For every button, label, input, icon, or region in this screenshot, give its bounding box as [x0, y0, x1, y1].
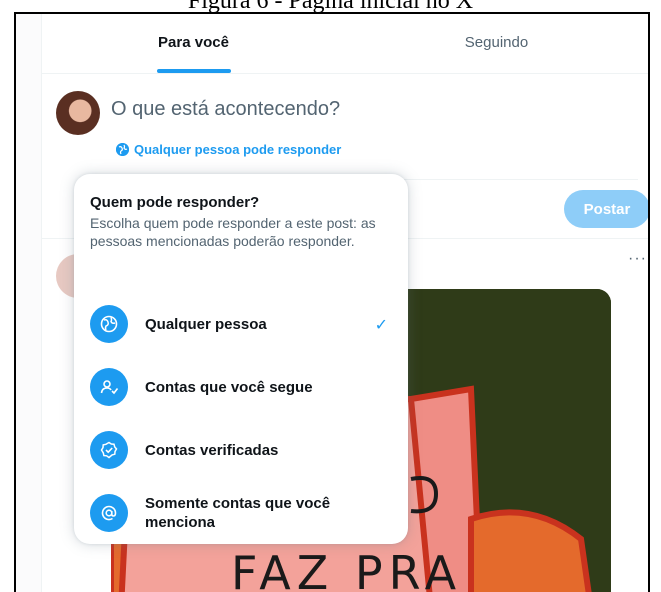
menu-description: Escolha quem pode responder a este post:… — [90, 215, 376, 249]
active-tab-indicator — [156, 69, 231, 73]
reply-setting-button[interactable]: Qualquer pessoa pode responder — [116, 142, 341, 157]
verified-badge-icon — [90, 431, 128, 469]
tab-seguindo[interactable]: Seguindo — [345, 14, 648, 73]
at-sign-icon — [90, 494, 128, 532]
tab-para-voce[interactable]: Para você — [42, 14, 345, 73]
compose-input[interactable] — [111, 98, 411, 121]
globe-icon — [116, 143, 129, 156]
option-label: Contas verificadas — [145, 441, 279, 459]
app-window: Para você Seguindo Qualquer pessoa pode … — [14, 12, 650, 592]
option-label: Contas que você segue — [145, 378, 313, 396]
reply-setting-label: Qualquer pessoa pode responder — [134, 142, 342, 157]
checkmark-icon: ✓ — [374, 317, 388, 334]
reply-option-following[interactable]: Contas que você segue — [74, 356, 408, 418]
user-avatar[interactable] — [56, 91, 100, 135]
menu-title: Quem pode responder? — [90, 194, 260, 211]
option-label: Somente contas que você menciona — [145, 495, 331, 531]
timeline-tabs: Para você Seguindo — [42, 14, 648, 74]
reply-option-mentioned[interactable]: Somente contas que você menciona — [74, 482, 408, 544]
reply-permission-menu: Quem pode responder? Escolha quem pode r… — [74, 174, 408, 544]
person-check-icon — [90, 368, 128, 406]
post-button[interactable]: Postar — [564, 190, 648, 228]
globe-icon — [90, 305, 128, 343]
option-label: Qualquer pessoa — [145, 315, 267, 333]
tab-label: Para você — [158, 34, 229, 51]
tab-label: Seguindo — [464, 34, 529, 51]
more-options-icon[interactable]: ··· — [628, 250, 647, 268]
reply-option-verified[interactable]: Contas verificadas — [74, 419, 408, 481]
left-margin — [16, 14, 42, 592]
post-image-text: FAZ PRA — [231, 546, 462, 592]
reply-option-everyone[interactable]: Qualquer pessoa ✓ — [74, 293, 408, 355]
